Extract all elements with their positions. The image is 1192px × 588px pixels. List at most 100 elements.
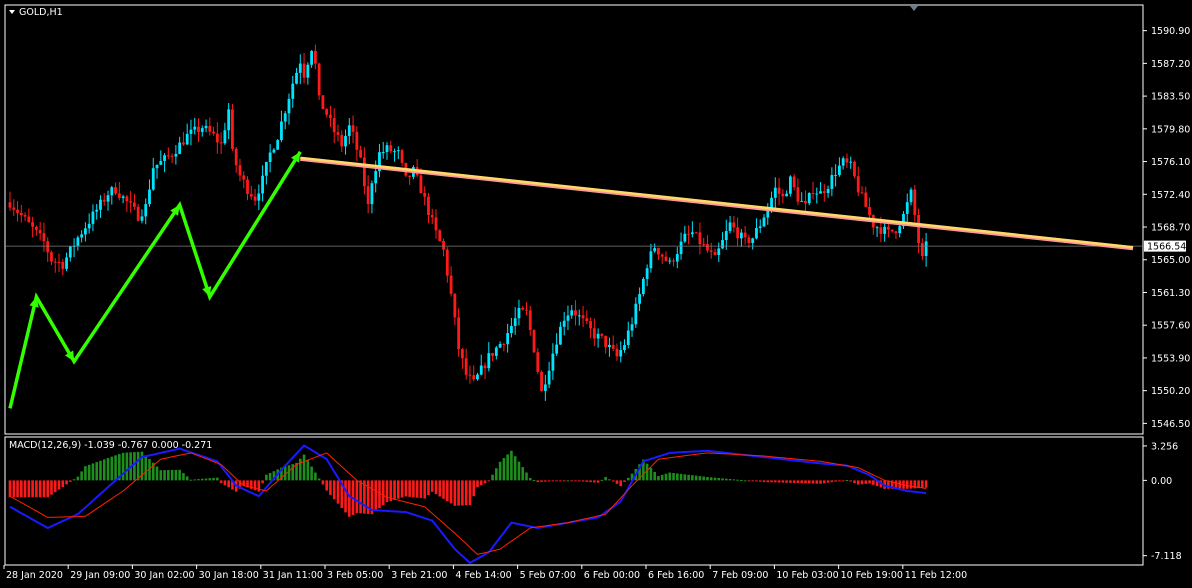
- histogram-bar: [506, 454, 509, 481]
- histogram-bar: [212, 477, 215, 481]
- candle: [321, 95, 325, 110]
- histogram-bar: [61, 480, 65, 487]
- histogram-bar: [743, 480, 747, 482]
- histogram-bar: [136, 451, 140, 481]
- histogram-bar: [747, 480, 751, 482]
- histogram-bar: [532, 480, 536, 482]
- histogram-bar: [325, 480, 328, 491]
- price-tick-label: 1565.00: [1151, 255, 1190, 266]
- histogram-bar: [751, 480, 754, 482]
- histogram-bar: [619, 480, 623, 487]
- histogram-bar: [570, 480, 574, 482]
- macd-tick-label: -7.118: [1151, 551, 1182, 562]
- histogram-bar: [853, 480, 856, 484]
- histogram-bar: [709, 477, 713, 481]
- histogram-bar: [404, 480, 408, 497]
- histogram-bar: [65, 480, 68, 485]
- histogram-bar: [87, 464, 91, 481]
- histogram-bar: [830, 480, 834, 483]
- histogram-bar: [261, 480, 264, 484]
- histogram-bar: [479, 480, 483, 486]
- histogram-bar: [762, 480, 766, 483]
- histogram-bar: [785, 480, 788, 483]
- chart-canvas[interactable]: 1590.90 1587.20 1583.50 1579.80 1576.10 1572.…: [0, 0, 1192, 588]
- histogram-bar: [208, 478, 212, 481]
- histogram-bar: [216, 477, 219, 481]
- candle: [317, 62, 321, 101]
- histogram-bar: [35, 480, 38, 498]
- histogram-bar: [468, 480, 472, 506]
- histogram-bar: [287, 465, 291, 481]
- histogram-bar: [544, 480, 547, 482]
- histogram-bar: [736, 479, 739, 481]
- histogram-bar: [608, 479, 611, 481]
- histogram-bar: [649, 467, 653, 481]
- histogram-bar: [525, 472, 528, 481]
- histogram-bar: [355, 480, 359, 514]
- histogram-bar: [562, 480, 566, 482]
- histogram-bar: [600, 479, 604, 481]
- histogram-bar: [860, 480, 864, 485]
- histogram-bar: [792, 480, 796, 483]
- histogram-bar: [653, 471, 656, 481]
- histogram-bar: [585, 480, 589, 482]
- price-tick-label: 1579.80: [1151, 124, 1190, 135]
- price-tick-label: 1576.10: [1151, 157, 1190, 168]
- candle: [788, 175, 792, 197]
- histogram-bar: [834, 480, 837, 482]
- histogram-bar: [381, 480, 385, 506]
- histogram-bar: [23, 480, 27, 498]
- histogram-bar: [317, 478, 321, 481]
- histogram-bar: [789, 480, 792, 483]
- histogram-bar: [393, 480, 396, 500]
- histogram-bar: [374, 480, 377, 512]
- symbol-label[interactable]: GOLD,H1: [19, 7, 63, 18]
- price-tick-label: 1553.90: [1151, 353, 1190, 364]
- current-price-tag: 1566.54: [1144, 240, 1186, 253]
- histogram-bar: [717, 478, 721, 481]
- candle: [540, 370, 543, 392]
- histogram-bar: [461, 480, 464, 506]
- histogram-bar: [476, 480, 479, 488]
- histogram-bar: [498, 461, 502, 481]
- histogram-bar: [464, 480, 468, 506]
- histogram-bar: [314, 472, 317, 481]
- histogram-bar: [517, 461, 521, 481]
- histogram-bar: [766, 480, 770, 483]
- histogram-bar: [268, 472, 272, 481]
- histogram-bar: [555, 480, 558, 482]
- time-tick-label: 30 Jan 02:00: [134, 570, 194, 581]
- histogram-bar: [91, 463, 95, 481]
- candle: [641, 277, 645, 297]
- price-tick-label: 1587.20: [1151, 59, 1190, 70]
- histogram-bar: [781, 480, 785, 483]
- histogram-bar: [872, 480, 875, 485]
- histogram-bar: [623, 480, 626, 482]
- chart-background: [0, 0, 1192, 588]
- histogram-bar: [660, 474, 664, 481]
- histogram-bar: [679, 473, 683, 481]
- histogram-bar: [905, 480, 909, 489]
- histogram-bar: [332, 480, 336, 500]
- histogram-bar: [144, 455, 148, 481]
- histogram-bar: [348, 480, 351, 517]
- histogram-bar: [69, 480, 72, 482]
- histogram-bar: [125, 452, 129, 481]
- histogram-bar: [800, 480, 803, 484]
- candle: [276, 139, 280, 150]
- histogram-bar: [589, 480, 592, 483]
- histogram-bar: [547, 480, 551, 482]
- histogram-bar: [528, 477, 532, 481]
- histogram-bar: [823, 480, 826, 484]
- histogram-bar: [170, 469, 174, 481]
- histogram-bar: [924, 480, 928, 488]
- histogram-bar: [510, 450, 513, 481]
- histogram-bar: [487, 480, 491, 482]
- histogram-bar: [664, 473, 668, 481]
- histogram-bar: [864, 480, 868, 484]
- candle: [231, 103, 234, 152]
- histogram-bar: [174, 469, 178, 481]
- histogram-bar: [95, 462, 99, 481]
- histogram-bar: [408, 480, 411, 497]
- histogram-bar: [774, 480, 777, 483]
